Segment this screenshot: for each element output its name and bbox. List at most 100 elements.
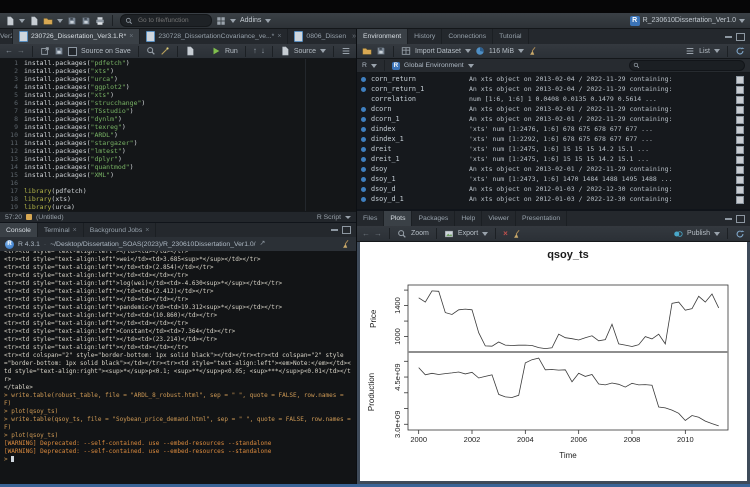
rerun-up-icon[interactable]: ↑ (253, 47, 257, 55)
expand-object-icon[interactable] (361, 147, 366, 152)
save-icon[interactable] (67, 16, 77, 26)
tab-presentation[interactable]: Presentation (516, 211, 567, 226)
env-row[interactable]: dreit'xts' num [1:2475, 1:6] 15 15 15 14… (357, 144, 750, 154)
tab-console[interactable]: Console (0, 223, 38, 237)
open-file-icon[interactable] (43, 16, 53, 26)
expand-object-icon[interactable] (361, 167, 366, 172)
import-dataset-button[interactable]: Import Dataset (415, 48, 461, 55)
minimize-icon[interactable] (725, 218, 732, 220)
environment-object-list[interactable]: corn_returnAn xts object on 2013-02-04 /… (357, 72, 750, 209)
source-tab-3[interactable]: 230728_DissertationCovariance_ve...* × (140, 29, 288, 44)
source-tab-1[interactable]: Ver2.0.R × (0, 29, 13, 44)
compile-report-icon[interactable] (185, 46, 195, 56)
addins-button[interactable]: Addins (240, 17, 261, 24)
code-editor[interactable]: 1install.packages("pdfetch")2install.pac… (0, 59, 356, 211)
goto-file-search[interactable] (120, 14, 212, 27)
source-tab-4[interactable]: 0806_Dissen (288, 29, 352, 44)
doc-type-selector[interactable]: R Script (317, 214, 341, 221)
memory-usage-label[interactable]: 116 MiB (489, 48, 514, 55)
source-doc-icon[interactable] (280, 46, 290, 56)
export-caret-icon[interactable] (482, 232, 488, 236)
expand-object-icon[interactable] (361, 77, 366, 82)
close-icon[interactable]: × (277, 33, 281, 40)
env-row[interactable]: dindex_1'xts' num [1:2292, 1:6] 678 675 … (357, 134, 750, 144)
minimize-icon[interactable] (331, 229, 338, 231)
load-workspace-icon[interactable] (362, 46, 372, 56)
publish-caret-icon[interactable] (714, 232, 720, 236)
scope-selector[interactable]: Global Environment (404, 62, 464, 69)
env-row[interactable]: dsoy_d_1An xts object on 2012-01-03 / 20… (357, 194, 750, 204)
expand-object-icon[interactable] (361, 107, 366, 112)
env-row[interactable]: correlationnum [1:6, 1:6] 1 0.0408 0.013… (357, 94, 750, 104)
expand-object-icon[interactable] (361, 117, 366, 122)
maximize-icon[interactable] (342, 226, 351, 234)
expand-object-icon[interactable] (361, 187, 366, 192)
clear-workspace-icon[interactable] (528, 46, 538, 56)
tab-background-jobs[interactable]: Background Jobs× (84, 223, 157, 237)
grid-view-button[interactable] (736, 186, 744, 194)
pane-layout-caret-icon[interactable] (230, 19, 236, 23)
grid-view-button[interactable] (736, 76, 744, 84)
source-tab-2[interactable]: 230726_Dissertation_Ver3.1.R* × (13, 29, 140, 44)
env-row[interactable]: dsoyAn xts object on 2013-02-01 / 2022-1… (357, 164, 750, 174)
print-icon[interactable] (95, 16, 105, 26)
env-row[interactable]: dindex'xts' num [1:2476, 1:6] 678 675 67… (357, 124, 750, 134)
close-icon[interactable]: × (129, 33, 133, 40)
grid-view-button[interactable] (736, 126, 744, 134)
language-caret-icon[interactable] (371, 64, 377, 68)
publish-button[interactable]: Publish (687, 230, 710, 237)
tab-plots[interactable]: Plots (384, 211, 412, 226)
grid-view-button[interactable] (736, 106, 744, 114)
popout-icon[interactable] (40, 46, 50, 56)
grid-view-button[interactable] (736, 86, 744, 94)
document-label[interactable]: (Untitled) (36, 214, 64, 221)
expand-object-icon[interactable] (361, 137, 366, 142)
grid-view-button[interactable] (736, 196, 744, 204)
environment-search[interactable] (629, 60, 745, 71)
source-caret-icon[interactable] (320, 49, 326, 53)
close-icon[interactable]: × (73, 227, 77, 234)
tab-terminal[interactable]: Terminal× (38, 223, 84, 237)
goto-file-input[interactable] (136, 16, 210, 25)
source-button[interactable]: Source (294, 48, 316, 55)
expand-object-icon[interactable] (361, 197, 366, 202)
env-row[interactable]: dcorn_1An xts object on 2013-02-01 / 202… (357, 114, 750, 124)
minimize-icon[interactable] (725, 36, 732, 38)
maximize-icon[interactable] (736, 215, 745, 223)
remove-plot-icon[interactable]: × (503, 229, 508, 238)
clear-console-icon[interactable] (341, 239, 351, 249)
project-selector[interactable]: R R_230610Dissertation_Ver1.0 (630, 16, 745, 26)
new-file-caret-icon[interactable] (19, 19, 25, 23)
grid-view-button[interactable] (736, 166, 744, 174)
env-row[interactable]: dsoy_dAn xts object on 2012-01-03 / 2022… (357, 184, 750, 194)
addins-caret-icon[interactable] (265, 19, 271, 23)
new-file-icon[interactable] (5, 16, 15, 26)
view-mode-selector[interactable]: List (699, 48, 710, 55)
expand-object-icon[interactable] (361, 177, 366, 182)
previous-plot-icon[interactable]: ← (362, 230, 370, 238)
tab-history[interactable]: History (408, 29, 442, 44)
env-row[interactable]: dcornAn xts object on 2013-02-01 / 2022-… (357, 104, 750, 114)
code-tools-icon[interactable] (160, 46, 170, 56)
scope-caret-icon[interactable] (468, 64, 474, 68)
go-next-icon[interactable]: ↓ (261, 47, 265, 55)
tab-help[interactable]: Help (455, 211, 482, 226)
open-directory-icon[interactable]: ↗ (260, 240, 266, 248)
env-row[interactable]: dsoy_1'xts' num [1:2473, 1:6] 1470 1484 … (357, 174, 750, 184)
run-icon[interactable] (211, 46, 221, 56)
save-workspace-icon[interactable] (376, 46, 386, 56)
find-replace-icon[interactable] (146, 46, 156, 56)
forward-icon[interactable]: → (17, 47, 25, 55)
back-icon[interactable]: ← (5, 47, 13, 55)
open-file-caret-icon[interactable] (57, 19, 63, 23)
close-icon[interactable]: × (145, 227, 149, 234)
clear-plots-icon[interactable] (512, 229, 522, 239)
grid-view-button[interactable] (736, 116, 744, 124)
tab-viewer[interactable]: Viewer (482, 211, 516, 226)
tab-files[interactable]: Files (357, 211, 384, 226)
outline-icon[interactable] (341, 46, 351, 56)
export-button[interactable]: Export (458, 230, 478, 237)
tab-environment[interactable]: Environment (357, 29, 408, 44)
pane-layout-icon[interactable] (216, 16, 226, 26)
refresh-plot-icon[interactable] (735, 229, 745, 239)
